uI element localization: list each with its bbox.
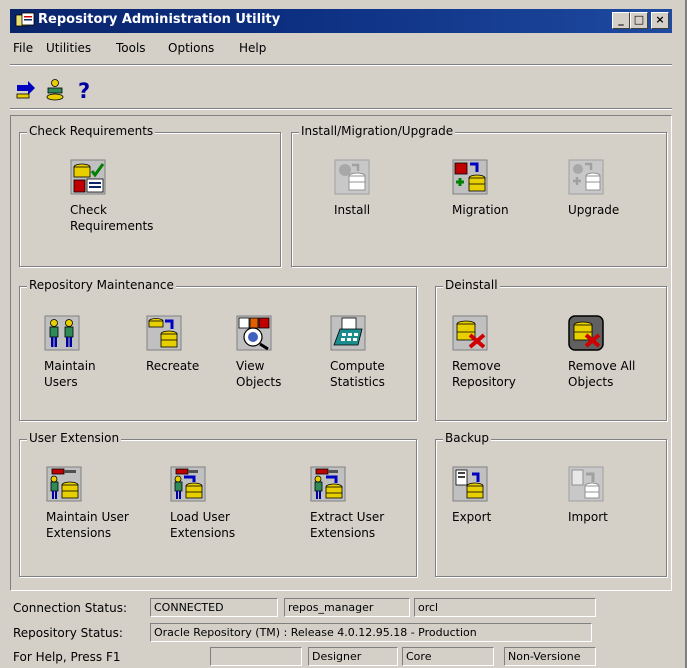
menu-bar: File Utilities Tools Options Help bbox=[10, 36, 672, 60]
migration-icon bbox=[452, 159, 488, 195]
tile-label: Upgrade bbox=[568, 203, 620, 217]
remove-all-objects-icon bbox=[568, 315, 604, 351]
extract-user-extensions-icon bbox=[310, 466, 346, 502]
close-button[interactable]: × bbox=[651, 12, 669, 29]
maximize-button[interactable]: □ bbox=[630, 12, 648, 29]
menu-help[interactable]: Help bbox=[239, 41, 266, 55]
upgrade-icon bbox=[568, 159, 604, 195]
group-legend: Check Requirements bbox=[27, 124, 156, 138]
connection-state-field: CONNECTED bbox=[150, 598, 278, 617]
load-user-extensions-button[interactable]: Load User Extensions bbox=[170, 466, 235, 541]
remove-all-objects-button[interactable]: Remove All Objects bbox=[568, 315, 635, 390]
menu-utilities[interactable]: Utilities bbox=[46, 41, 91, 55]
menu-options[interactable]: Options bbox=[168, 41, 214, 55]
tile-label: Export bbox=[452, 510, 492, 524]
install-button[interactable]: Install bbox=[334, 159, 370, 218]
compute-statistics-button[interactable]: Compute Statistics bbox=[330, 315, 385, 390]
view-objects-icon bbox=[236, 315, 272, 351]
group-legend: Deinstall bbox=[443, 278, 500, 292]
tile-label: Install bbox=[334, 203, 371, 217]
connect-arrow-icon[interactable] bbox=[14, 78, 38, 102]
export-icon bbox=[452, 466, 488, 502]
check-requirements-icon bbox=[70, 159, 106, 195]
tile-label: Load User Extensions bbox=[170, 510, 236, 540]
tile-label: Recreate bbox=[146, 359, 200, 373]
tool-status-field: Designer bbox=[308, 647, 398, 666]
area-status-field: Core bbox=[402, 647, 494, 666]
blank-status-field bbox=[210, 647, 302, 666]
title-bar[interactable]: Repository Administration Utility _ □ × bbox=[10, 9, 672, 33]
import-icon bbox=[568, 466, 604, 502]
window-title: Repository Administration Utility bbox=[38, 12, 281, 27]
migration-button[interactable]: Migration bbox=[452, 159, 509, 218]
menu-separator bbox=[10, 64, 672, 66]
import-button[interactable]: Import bbox=[568, 466, 608, 525]
repository-status-bar: Repository Status: Oracle Repository (TM… bbox=[10, 622, 672, 644]
minimize-button[interactable]: _ bbox=[612, 12, 630, 29]
extract-user-extensions-button[interactable]: Extract User Extensions bbox=[310, 466, 384, 541]
toolbar-separator bbox=[10, 108, 672, 110]
tile-label: Check Requirements bbox=[70, 203, 154, 233]
main-panel: Check Requirements Check Requirements In… bbox=[10, 115, 672, 591]
tile-label: Remove All Objects bbox=[568, 359, 636, 389]
version-mode-field: Non-Versione bbox=[504, 647, 596, 666]
group-legend: Repository Maintenance bbox=[27, 278, 176, 292]
connection-db-field: orcl bbox=[414, 598, 596, 617]
remove-repository-icon bbox=[452, 315, 488, 351]
repository-status-caption: Repository Status: bbox=[13, 626, 123, 640]
backup-group: Backup Export Import bbox=[435, 431, 667, 577]
tile-label: Compute Statistics bbox=[330, 359, 385, 389]
tile-label: Migration bbox=[452, 203, 509, 217]
user-extension-group: User Extension Maintain User Extensions bbox=[19, 431, 417, 577]
remove-repository-button[interactable]: Remove Repository bbox=[452, 315, 516, 390]
group-legend: Install/Migration/Upgrade bbox=[299, 124, 456, 138]
menu-tools[interactable]: Tools bbox=[116, 41, 146, 55]
connection-status-caption: Connection Status: bbox=[13, 601, 127, 615]
check-requirements-group: Check Requirements Check Requirements bbox=[19, 124, 281, 267]
group-legend: User Extension bbox=[27, 431, 122, 445]
load-user-icon[interactable] bbox=[43, 78, 67, 102]
install-migration-upgrade-group: Install/Migration/Upgrade Install Migrat… bbox=[291, 124, 667, 267]
repository-status-field: Oracle Repository (TM) : Release 4.0.12.… bbox=[150, 623, 592, 642]
toolbar: ? bbox=[10, 76, 672, 106]
tile-label: Maintain Users bbox=[44, 359, 96, 389]
tile-label: View Objects bbox=[236, 359, 282, 389]
deinstall-group: Deinstall Remove Repository Remove All O… bbox=[435, 278, 667, 421]
tile-label: Import bbox=[568, 510, 608, 524]
tile-label: Extract User Extensions bbox=[310, 510, 385, 540]
svg-text:?: ? bbox=[78, 79, 90, 102]
menu-file[interactable]: File bbox=[13, 41, 33, 55]
load-user-extensions-icon bbox=[170, 466, 206, 502]
recreate-icon bbox=[146, 315, 182, 351]
app-icon bbox=[15, 12, 35, 27]
users-icon bbox=[44, 315, 80, 351]
view-objects-button[interactable]: View Objects bbox=[236, 315, 281, 390]
group-legend: Backup bbox=[443, 431, 491, 445]
export-button[interactable]: Export bbox=[452, 466, 491, 525]
app-window: Repository Administration Utility _ □ × … bbox=[0, 0, 687, 668]
help-question-icon[interactable]: ? bbox=[73, 78, 97, 102]
help-hint: For Help, Press F1 bbox=[13, 650, 121, 664]
tile-label: Remove Repository bbox=[452, 359, 516, 389]
connection-user-field: repos_manager bbox=[284, 598, 410, 617]
calculator-icon bbox=[330, 315, 366, 351]
maintain-user-extensions-button[interactable]: Maintain User Extensions bbox=[46, 466, 129, 541]
recreate-button[interactable]: Recreate bbox=[146, 315, 199, 374]
install-icon bbox=[334, 159, 370, 195]
check-requirements-button[interactable]: Check Requirements bbox=[70, 159, 153, 234]
repository-maintenance-group: Repository Maintenance Maintain Users Re… bbox=[19, 278, 417, 421]
help-status-bar: For Help, Press F1 Designer Core Non-Ver… bbox=[10, 646, 672, 668]
tile-label: Maintain User Extensions bbox=[46, 510, 129, 540]
upgrade-button[interactable]: Upgrade bbox=[568, 159, 619, 218]
maintain-user-extensions-icon bbox=[46, 466, 82, 502]
maintain-users-button[interactable]: Maintain Users bbox=[44, 315, 96, 390]
connection-status-bar: Connection Status: CONNECTED repos_manag… bbox=[10, 597, 672, 619]
